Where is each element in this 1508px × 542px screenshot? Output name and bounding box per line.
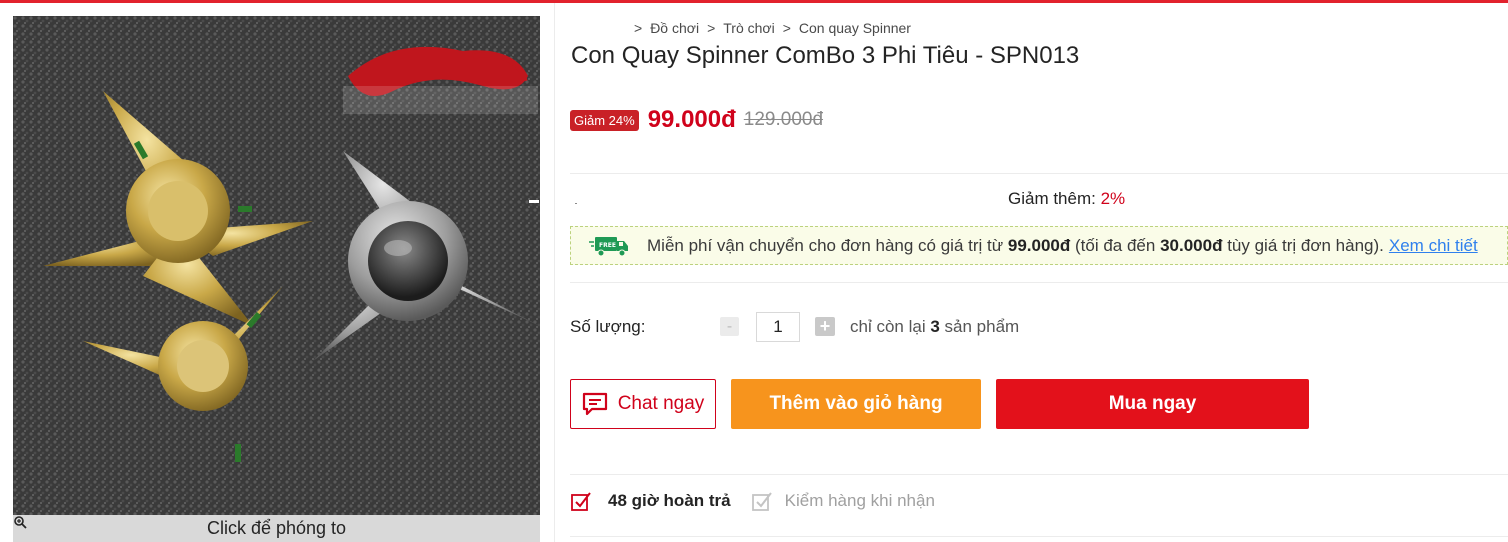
checkbox-checked-icon: [571, 492, 591, 511]
stock-suffix: sản phẩm: [944, 317, 1020, 336]
return-policy: 48 giờ hoàn trả: [570, 490, 731, 512]
zoom-bar[interactable]: Click để phóng to: [13, 515, 540, 542]
breadcrumb-separator: >: [707, 20, 716, 36]
breadcrumb: > Đồ chơi > Trò chơi > Con quay Spinner: [634, 20, 911, 36]
stock-info: chỉ còn lại 3 sản phẩm: [850, 317, 1019, 337]
divider: [570, 173, 1508, 174]
divider: [570, 282, 1508, 283]
shipping-text-3: tùy giá trị đơn hàng).: [1227, 235, 1384, 255]
discount-badge: Giảm 24%: [570, 109, 639, 131]
stock-count: 3: [930, 317, 940, 336]
current-price: 99.000đ: [647, 106, 736, 133]
breadcrumb-separator: >: [634, 20, 643, 36]
dot-mark: [575, 203, 577, 204]
quantity-increase-button[interactable]: +: [815, 317, 835, 336]
zoom-label: Click để phóng to: [206, 518, 347, 538]
magnifier-icon: [14, 516, 27, 529]
free-shipping-truck-icon: FREE: [589, 236, 628, 256]
breadcrumb-item-do-choi[interactable]: Đồ chơi: [650, 20, 699, 36]
quantity-label: Số lượng:: [570, 317, 646, 336]
image-edge-tick: [529, 200, 539, 203]
svg-text:FREE: FREE: [599, 242, 616, 249]
extra-discount: Giảm thêm: 2%: [1008, 189, 1125, 209]
quantity-row: Số lượng: - + chỉ còn lại 3 sản phẩm: [570, 312, 1270, 342]
price-row: Giảm 24% 99.000đ 129.000đ: [570, 106, 823, 134]
chat-icon: [582, 392, 607, 416]
extra-discount-label: Giảm thêm:: [1008, 189, 1096, 208]
quantity-input[interactable]: [756, 312, 800, 342]
chat-now-button[interactable]: Chat ngay: [570, 379, 716, 429]
add-to-cart-button[interactable]: Thêm vào giỏ hàng: [731, 379, 981, 429]
breadcrumb-item-tro-choi[interactable]: Trò chơi: [723, 20, 774, 36]
product-photo: [13, 16, 540, 542]
checkbox-checked-icon: [751, 492, 772, 511]
shipping-max: 30.000đ: [1160, 235, 1223, 255]
product-image[interactable]: Click để phóng to: [13, 16, 540, 542]
divider: [570, 536, 1508, 537]
top-accent-strip: [0, 0, 1508, 3]
inspect-policy-label: Kiểm hàng khi nhận: [784, 491, 935, 510]
product-title: Con Quay Spinner ComBo 3 Phi Tiêu - SPN0…: [571, 42, 1080, 69]
column-divider: [554, 3, 555, 542]
return-policy-label: 48 giờ hoàn trả: [608, 491, 731, 510]
free-shipping-box: FREE Miễn phí vận chuyển cho đơn hàng có…: [570, 226, 1508, 265]
shipping-details-link[interactable]: Xem chi tiết: [1389, 236, 1478, 256]
old-price: 129.000đ: [743, 109, 824, 130]
policy-row: 48 giờ hoàn trả Kiểm hàng khi nhận: [570, 490, 935, 512]
quantity-decrease-button[interactable]: -: [720, 317, 739, 336]
inspect-policy: Kiểm hàng khi nhận: [751, 490, 935, 512]
shipping-text-1: Miễn phí vận chuyển cho đơn hàng có giá …: [647, 235, 1004, 255]
divider: [570, 474, 1508, 475]
stock-prefix: chỉ còn lại: [850, 317, 926, 336]
extra-discount-value: 2%: [1100, 189, 1126, 208]
buy-now-button[interactable]: Mua ngay: [996, 379, 1309, 429]
chat-now-label: Chat ngay: [617, 393, 705, 414]
shipping-text-2: (tối đa đến: [1075, 235, 1156, 255]
breadcrumb-separator: >: [782, 20, 791, 36]
breadcrumb-item-con-quay[interactable]: Con quay Spinner: [799, 20, 911, 36]
shipping-threshold: 99.000đ: [1007, 235, 1071, 255]
